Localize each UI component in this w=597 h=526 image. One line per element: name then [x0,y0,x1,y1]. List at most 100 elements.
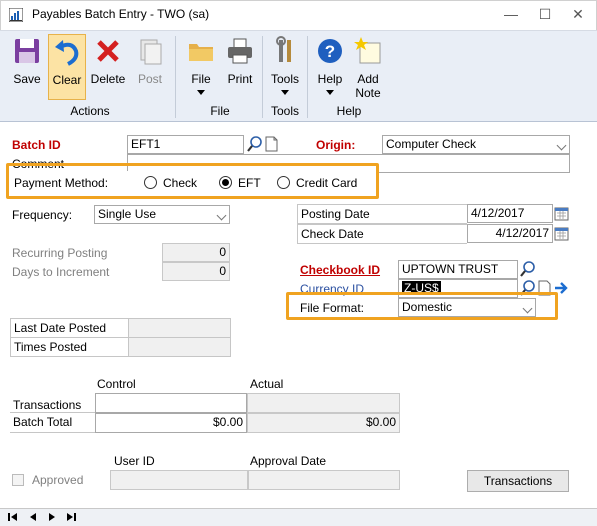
undo-icon [55,40,79,66]
record-navigation-icons [8,513,76,521]
tools-icon [276,36,291,62]
frequency-value: Single Use [98,207,157,221]
times-posted-value [128,337,231,357]
approved-checkbox[interactable] [12,474,24,486]
origin-value: Computer Check [386,137,477,151]
actual-header: Actual [250,377,284,391]
add-note-button[interactable]: Add Note [350,34,386,100]
origin-label: Origin: [316,138,356,152]
approval-date-value [248,470,400,490]
file-button[interactable]: File [182,34,220,100]
navigation-bar [0,508,597,526]
help-label: Help [317,72,343,86]
chevron-down-icon [326,90,334,95]
delete-button[interactable]: Delete [89,34,127,100]
times-posted-label: Times Posted [14,340,87,354]
transactions-button[interactable]: Transactions [467,470,569,492]
chevron-down-icon [281,90,289,95]
first-record-icon [8,513,17,521]
svg-text:?: ? [325,42,335,61]
user-id-header: User ID [114,454,155,468]
previous-record-icon [30,513,36,521]
actions-group-label: Actions [70,104,110,118]
chevron-down-icon [556,140,567,151]
ribbon-separator [175,36,176,118]
next-record-icon [49,513,55,521]
help-icon: ? [318,39,342,63]
file-format-highlight [286,292,558,320]
checkbook-id-label[interactable]: Checkbook ID [300,263,380,277]
print-button[interactable]: Print [222,34,258,100]
note-icon [354,37,381,64]
add-note-label: Add Note [350,72,386,100]
origin-select[interactable]: Computer Check [382,135,570,154]
approval-date-header: Approval Date [250,454,327,468]
transactions-control-input[interactable] [95,393,247,413]
last-date-posted-value [128,318,231,338]
help-group-label: Help [336,104,362,118]
maximize-button[interactable]: ☐ [528,0,562,30]
batch-total-control-input[interactable]: $0.00 [95,413,247,433]
transactions-actual-value [247,393,400,413]
post-label: Post [137,72,162,86]
print-label: Print [227,72,253,86]
save-label: Save [13,72,41,86]
batch-id-label: Batch ID [12,138,61,152]
save-button[interactable]: Save [8,34,46,100]
window-title: Payables Batch Entry - TWO (sa) [32,7,210,21]
user-id-value [110,470,248,490]
days-to-increment-input[interactable]: 0 [162,262,230,281]
frequency-select[interactable]: Single Use [94,205,230,224]
frequency-label: Frequency: [12,208,73,222]
lookup-icon[interactable] [519,260,536,278]
recurring-posting-label: Recurring Posting [12,246,108,260]
add-note-label-line2: Note [355,86,381,100]
note-icon[interactable] [263,135,280,153]
checkbook-id-input[interactable]: UPTOWN TRUST [398,260,518,279]
post-icon [140,39,162,65]
help-button[interactable]: ? Help [311,34,349,100]
folder-icon [189,44,213,61]
post-button[interactable]: Post [131,34,169,100]
recurring-posting-input[interactable]: 0 [162,243,230,262]
posting-date-input[interactable]: 4/12/2017 [467,204,553,223]
file-group-label: File [210,104,230,118]
app-icon [9,8,23,22]
minimize-button[interactable]: — [494,0,528,30]
printer-icon [228,38,252,64]
last-record-icon [67,513,76,521]
chevron-down-icon [197,90,205,95]
transactions-label-cell: Transactions [10,393,96,413]
delete-icon [97,40,119,62]
calendar-icon[interactable] [554,225,569,242]
lookup-icon[interactable] [246,135,263,153]
ribbon-separator [307,36,308,118]
save-icon [15,39,39,63]
approved-label: Approved [32,473,84,487]
posting-date-label-cell: Posting Date [297,204,467,224]
check-date-label-cell: Check Date [297,224,467,244]
tools-group-label: Tools [270,104,299,118]
batch-total-actual-value: $0.00 [247,413,400,433]
add-note-label-line1: Add [357,72,379,86]
delete-label: Delete [90,72,126,86]
calendar-icon[interactable] [554,205,569,222]
payment-method-highlight [6,163,379,199]
check-date-input[interactable]: 4/12/2017 [467,224,553,243]
file-label: File [191,72,211,86]
tools-button[interactable]: Tools [266,34,304,100]
batch-id-input[interactable]: EFT1 [127,135,244,154]
last-date-posted-label-cell: Last Date Posted [10,318,128,338]
posting-date-label: Posting Date [301,207,370,221]
close-button[interactable]: ✕ [561,0,595,30]
transactions-label: Transactions [13,398,82,412]
check-date-label: Check Date [301,227,364,241]
batch-total-label-cell: Batch Total [10,413,96,433]
clear-button[interactable]: Clear [48,34,86,100]
tools-label: Tools [270,72,299,86]
chevron-down-icon [216,210,227,221]
last-date-posted-label: Last Date Posted [14,321,107,335]
ribbon-separator [262,36,263,118]
clear-label: Clear [52,73,82,87]
days-to-increment-label: Days to Increment [12,265,110,279]
